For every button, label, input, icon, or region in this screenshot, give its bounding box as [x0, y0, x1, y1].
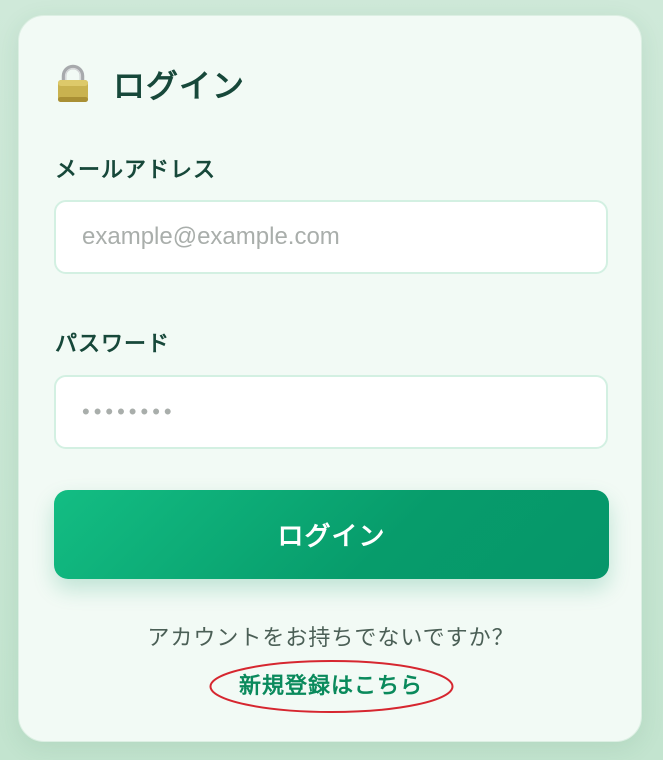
page-title: ログイン [113, 67, 246, 105]
signup-prompt: アカウントをお持ちでないですか？ [147, 626, 515, 651]
login-button[interactable]: ログイン [54, 490, 609, 579]
email-label: メールアドレス [55, 158, 217, 183]
login-card: ログイン メールアドレス パスワード ログイン アカウントをお持ちでないですか？… [18, 15, 642, 742]
password-label: パスワード [55, 332, 171, 357]
email-field[interactable] [54, 200, 608, 274]
login-header: ログイン [55, 62, 245, 106]
padlock-icon [55, 64, 91, 104]
password-field[interactable] [54, 375, 608, 449]
signup-link[interactable]: 新規登録はこちら [19, 668, 643, 700]
